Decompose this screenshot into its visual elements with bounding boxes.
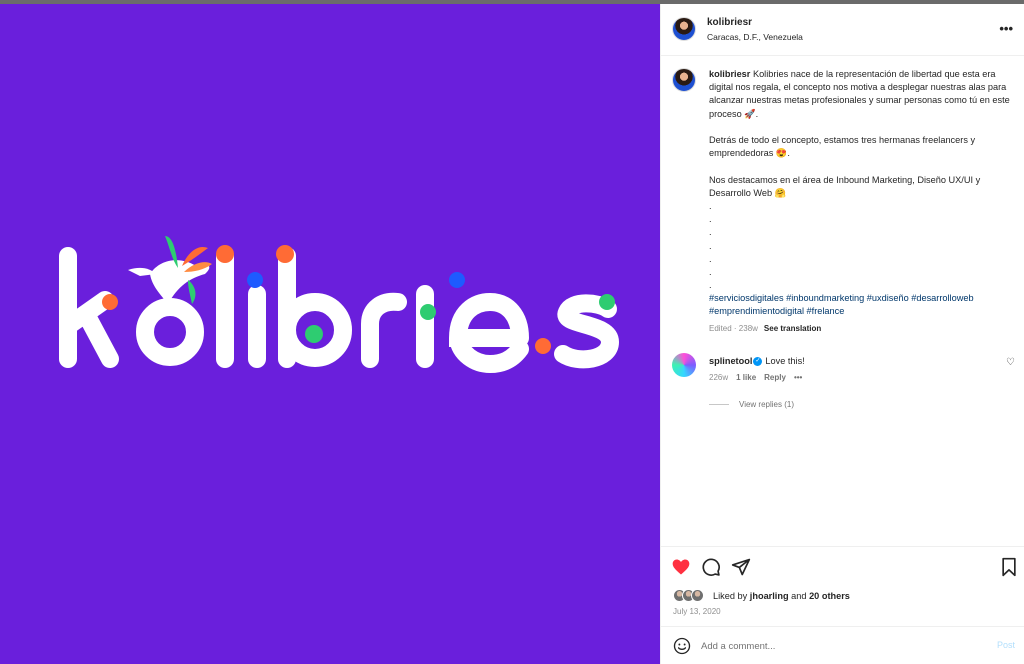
save-bookmark-icon[interactable] <box>999 557 1019 577</box>
comment-icon[interactable] <box>701 557 721 577</box>
like-heart-icon[interactable] <box>671 557 691 577</box>
liked-by-text: Liked by jhoarling and 20 others <box>713 591 850 601</box>
post-header: kolibriesr Caracas, D.F., Venezuela ••• <box>661 4 1024 56</box>
post-location[interactable]: Caracas, D.F., Venezuela <box>707 32 803 42</box>
more-horizontal-icon[interactable]: ••• <box>999 21 1013 36</box>
commenter-avatar[interactable] <box>672 353 696 377</box>
caption-dots: . . . . . . . <box>709 201 712 291</box>
view-replies-label: View replies (1) <box>739 400 794 409</box>
caption-paragraph-2: Detrás de todo el concepto, estamos tres… <box>709 135 976 159</box>
caption-paragraph-3: Nos destacamos en el área de Inbound Mar… <box>709 174 981 198</box>
caption-meta: Edited · 238w See translation <box>709 324 821 333</box>
comment-time: 226w <box>709 373 729 382</box>
author-avatar[interactable] <box>672 17 696 41</box>
caption-username[interactable]: kolibriesr <box>709 69 750 79</box>
liker-avatar <box>691 589 704 602</box>
edited-label: Edited · 238w <box>709 324 758 333</box>
comment-line: splinetool ✓ Love this! <box>709 356 805 367</box>
verified-badge-icon: ✓ <box>753 357 763 367</box>
add-comment-bar: Post <box>661 626 1024 664</box>
post-actions: Liked by jhoarling and 20 others July 13… <box>661 546 1024 626</box>
comment-more-icon[interactable]: ••• <box>794 373 802 382</box>
liked-by-prefix: Liked by <box>713 591 748 601</box>
view-replies-line <box>709 404 729 406</box>
comment-likes[interactable]: 1 like <box>736 373 756 382</box>
caption-hashtags[interactable]: #serviciosdigitales #inboundmarketing #u… <box>709 292 1009 318</box>
see-translation-link[interactable]: See translation <box>764 324 821 333</box>
liked-by-and: and <box>791 591 807 601</box>
kolibries-logo <box>59 236 620 374</box>
comment-reply-button[interactable]: Reply <box>764 373 786 382</box>
view-replies-button[interactable]: View replies (1) <box>709 400 794 409</box>
comment-input[interactable] <box>701 637 971 655</box>
comment-text: Love this! <box>765 356 805 366</box>
post-side-panel: kolibriesr Caracas, D.F., Venezuela ••• … <box>660 4 1024 664</box>
caption-text: kolibriesr Kolibries nace de la represen… <box>709 68 1014 292</box>
logo-bird <box>128 236 212 304</box>
comment-meta: 226w 1 like Reply ••• <box>709 373 810 382</box>
share-icon[interactable] <box>731 557 751 577</box>
emoji-icon[interactable] <box>673 637 691 655</box>
author-username[interactable]: kolibriesr <box>707 17 752 28</box>
commenter-username[interactable]: splinetool <box>709 356 752 366</box>
caption-author-avatar[interactable] <box>672 68 696 92</box>
liked-by-others[interactable]: 20 others <box>809 591 850 601</box>
post-image[interactable] <box>0 4 660 664</box>
comment-like-heart-icon[interactable]: ♡ <box>1006 357 1015 368</box>
comments-section[interactable]: kolibriesr Kolibries nace de la represen… <box>661 56 1024 546</box>
liked-by-user[interactable]: jhoarling <box>750 591 789 601</box>
caption-paragraph-1: Kolibries nace de la representación de l… <box>709 69 1010 119</box>
post-date[interactable]: July 13, 2020 <box>673 607 721 616</box>
comment-item: splinetool ✓ Love this! 226w 1 like Reply •••… <box>672 353 1017 393</box>
post-comment-button[interactable]: Post <box>997 640 1015 650</box>
